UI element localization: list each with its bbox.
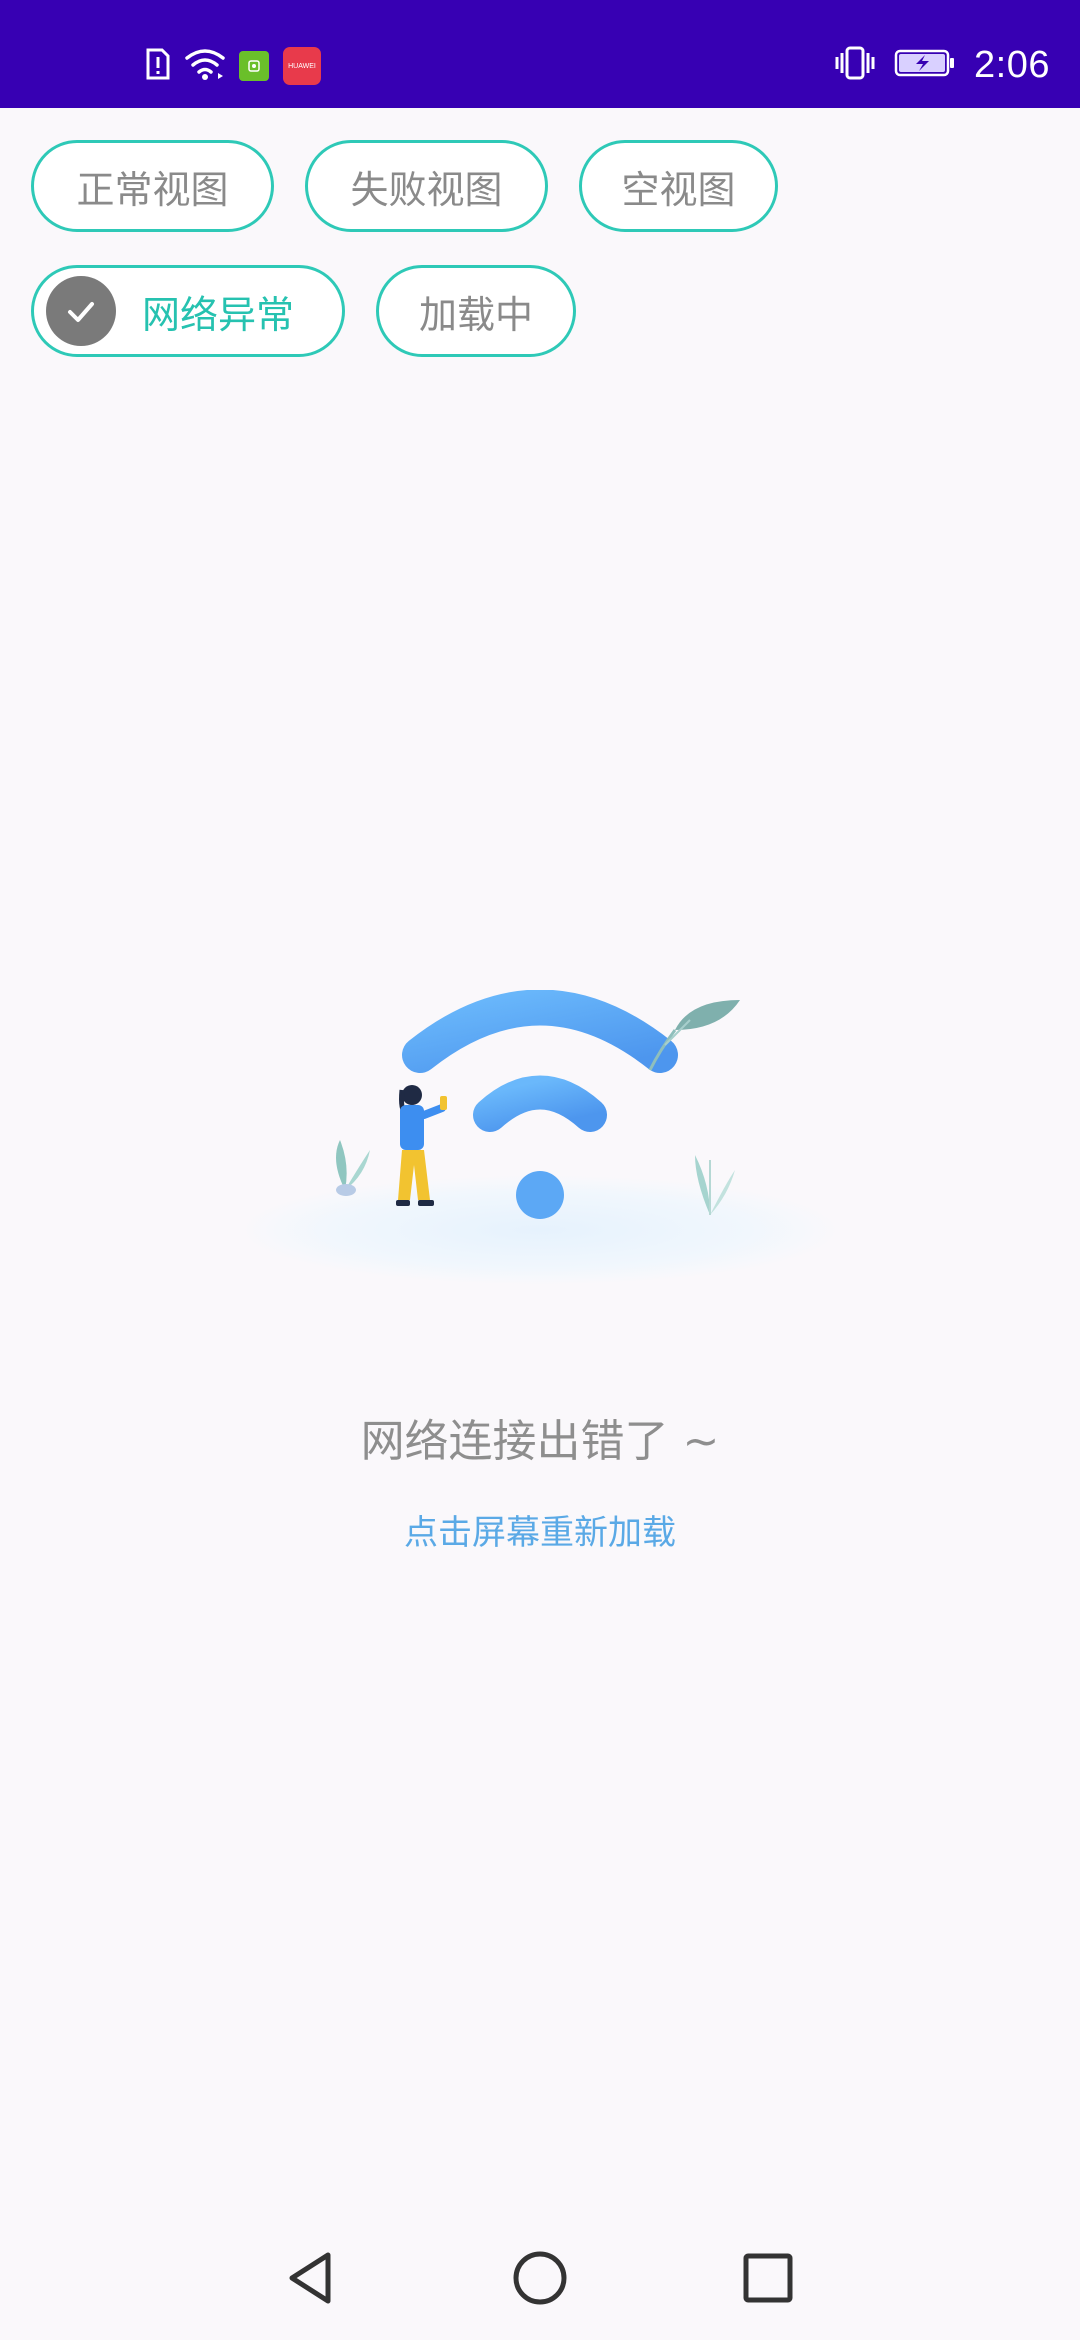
huawei-app-label: HUAWEI [288,62,316,70]
navigation-bar [0,2214,1080,2340]
wifi-icon [185,47,225,85]
recent-apps-icon[interactable] [728,2238,808,2318]
chip-label: 失败视图 [350,167,503,212]
status-icons-left: HUAWEI [145,46,321,86]
sim-alert-icon [145,48,171,84]
status-bar: HUAWEI 2:06 [0,0,1080,108]
status-time: 2:06 [974,43,1050,86]
home-icon[interactable] [500,2238,580,2318]
check-icon [46,276,116,346]
chip-empty-view[interactable]: 空视图 [579,140,778,232]
green-app-icon [239,51,269,81]
huawei-app-icon: HUAWEI [283,47,321,85]
vibrate-icon [834,45,876,85]
chip-fail-view[interactable]: 失败视图 [305,140,548,232]
chip-label: 正常视图 [76,167,229,212]
chip-label: 空视图 [621,167,736,212]
chip-normal-view[interactable]: 正常视图 [31,140,274,232]
status-icons-right: 2:06 [834,40,1050,90]
chip-label: 网络异常 [142,292,295,337]
chip-label: 加载中 [418,292,533,337]
chip-loading[interactable]: 加载中 [376,265,576,357]
back-icon[interactable] [270,2238,350,2318]
battery-charging-icon [894,48,956,82]
retry-link[interactable]: 点击屏幕重新加载 [0,1505,1080,1554]
wifi-illustration-icon [220,989,860,1310]
error-title: 网络连接出错了 ~ [360,1416,720,1467]
chip-network-error[interactable]: 网络异常 [31,265,345,357]
